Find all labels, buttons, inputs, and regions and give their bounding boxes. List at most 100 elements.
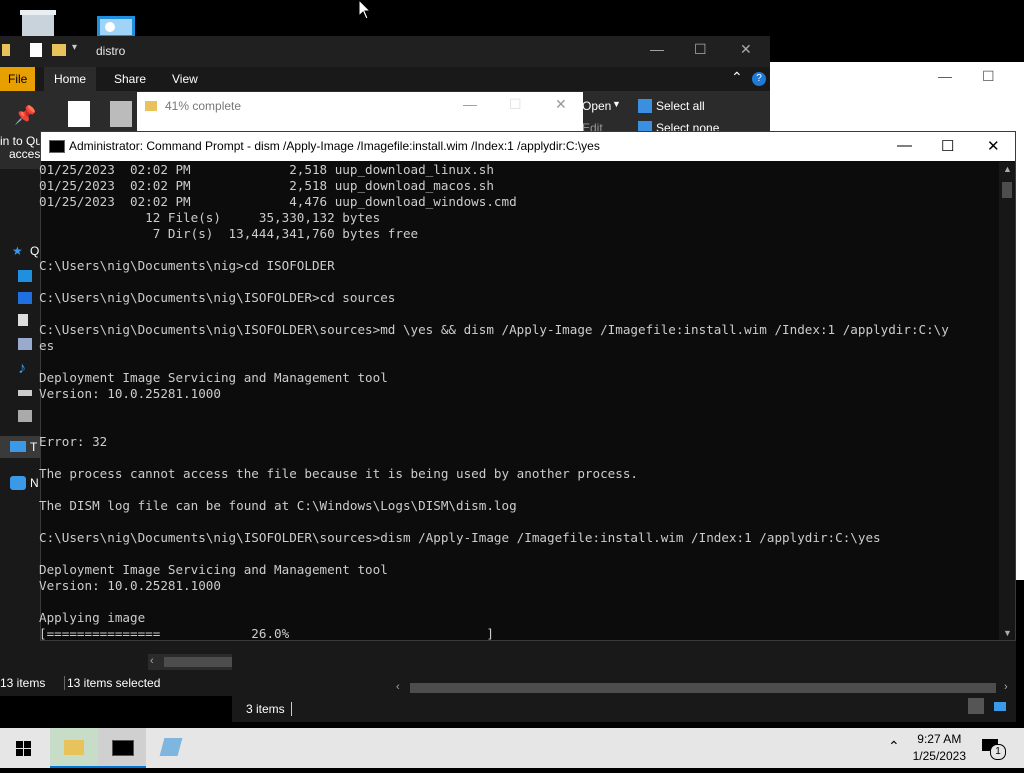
paste-icon[interactable] [110,101,132,127]
horizontal-scrollbar[interactable]: ‹ [148,654,232,670]
close-icon[interactable]: ✕ [740,41,752,58]
taskbar-file-explorer[interactable] [50,728,98,768]
console-line: C:\Users\nig\Documents\nig\ISOFOLDER>cd … [39,290,396,305]
pin-label-1: in to Qu [0,134,43,148]
cmd-icon [112,740,134,756]
close-icon[interactable]: ✕ [555,96,567,113]
pictures-icon[interactable] [18,338,32,350]
console-line: 01/25/2023 02:02 PM 4,476 uup_download_w… [39,194,517,209]
scroll-down-icon[interactable]: ▼ [1003,628,1012,638]
nav-label-this-pc: T [30,440,38,454]
clock-time: 9:27 AM [917,732,962,746]
open-dropdown-icon[interactable]: ▼ [612,99,621,109]
clock-date: 1/25/2023 [912,749,966,763]
minimize-icon[interactable]: — [650,41,664,57]
explorer-title: distro [96,44,126,58]
scroll-left-icon[interactable]: ‹ [396,681,400,693]
start-button[interactable] [0,728,48,768]
console-line: [=============== 26.0% ] [39,626,494,640]
drive2-icon[interactable] [18,410,32,422]
scroll-left-icon[interactable]: ‹ [150,655,154,667]
console-line: Version: 10.0.25281.1000 [39,578,221,593]
tab-file[interactable]: File [0,67,36,91]
scroll-thumb[interactable] [1002,182,1012,198]
desktop-icon[interactable] [18,270,32,282]
close-icon[interactable]: ✕ [987,137,1000,155]
pin-icon[interactable]: 📌 [14,105,36,126]
explorer-status-bar: 13 items 13 items selected [0,670,230,696]
maximize-icon[interactable]: ☐ [694,41,707,58]
maximize-icon[interactable]: ☐ [982,68,995,85]
scroll-thumb[interactable] [410,683,996,693]
new-folder-icon[interactable] [52,44,66,56]
tab-share[interactable]: Share [104,67,156,91]
minimize-icon[interactable]: — [897,137,912,154]
notification-center-button[interactable]: 1 [982,736,1006,760]
notification-badge: 1 [990,744,1006,760]
copy-icon[interactable] [68,101,90,127]
scroll-right-icon[interactable]: › [1004,681,1008,693]
minimize-icon[interactable]: — [938,68,952,84]
item-count: 13 items [0,676,46,690]
this-pc-item[interactable]: T [0,436,40,458]
drive-icon[interactable] [18,390,32,396]
properties-icon[interactable] [30,43,42,57]
dropdown-arrow-icon[interactable]: ▾ [72,42,77,53]
documents-icon[interactable] [18,314,28,326]
console-line: Deployment Image Servicing and Managemen… [39,370,388,385]
tab-view[interactable]: View [162,67,208,91]
taskbar-command-prompt[interactable] [98,728,146,768]
console-line: es [39,338,55,353]
second-explorer-window: ‹ › 3 items [232,640,1016,722]
progress-icon [145,101,157,111]
console-line: The process cannot access the file becau… [39,466,638,481]
progress-title: 41% complete [165,99,242,113]
horizontal-scrollbar-2[interactable]: ‹ › [392,680,1016,696]
cmd-title: Administrator: Command Prompt - dism /Ap… [69,139,600,153]
help-icon[interactable]: ? [752,72,766,86]
downloads-icon[interactable] [18,292,32,304]
console-output[interactable]: 01/25/2023 02:02 PM 2,518 uup_download_l… [39,162,997,640]
network-icon[interactable] [10,476,26,490]
cmd-titlebar: Administrator: Command Prompt - dism /Ap… [41,132,1015,161]
copy-progress-dialog: 41% complete — ☐ ✕ [137,92,583,132]
large-icons-view-icon[interactable] [994,702,1006,711]
scroll-up-icon[interactable]: ▲ [1003,164,1012,174]
clock[interactable]: 9:27 AM 1/25/2023 [913,731,966,765]
cmd-icon [49,140,65,153]
ribbon-tabs: File Home Share View ⌃ ? [0,67,770,91]
console-line: 7 Dir(s) 13,444,341,760 bytes free [39,226,419,241]
minimize-icon[interactable]: — [463,96,477,112]
scroll-thumb[interactable] [164,657,232,667]
open-button[interactable]: Open [582,99,611,113]
maximize-icon[interactable]: ☐ [941,137,954,155]
mouse-cursor-icon [358,0,372,25]
taskbar-app[interactable] [148,728,196,768]
quick-access-icon[interactable]: ★ [12,244,23,258]
folder-icon [64,740,84,755]
select-all-button[interactable]: Select all [656,99,705,113]
details-view-icon[interactable] [968,698,984,714]
console-line: Error: 32 [39,434,108,449]
console-line: Deployment Image Servicing and Managemen… [39,562,388,577]
chevron-up-icon[interactable]: ⌃ [731,69,743,86]
tab-home[interactable]: Home [44,67,97,91]
console-line: Version: 10.0.25281.1000 [39,386,221,401]
show-hidden-icons-icon[interactable]: ⌃ [888,738,900,755]
console-line: The DISM log file can be found at C:\Win… [39,498,517,513]
music-icon[interactable]: ♪ [18,360,26,378]
nav-label-network[interactable]: N [30,476,39,490]
console-line: 01/25/2023 02:02 PM 2,518 uup_download_l… [39,162,494,177]
nav-label-quick-access[interactable]: Q [30,244,39,258]
console-scrollbar[interactable]: ▲ ▼ [999,162,1015,640]
